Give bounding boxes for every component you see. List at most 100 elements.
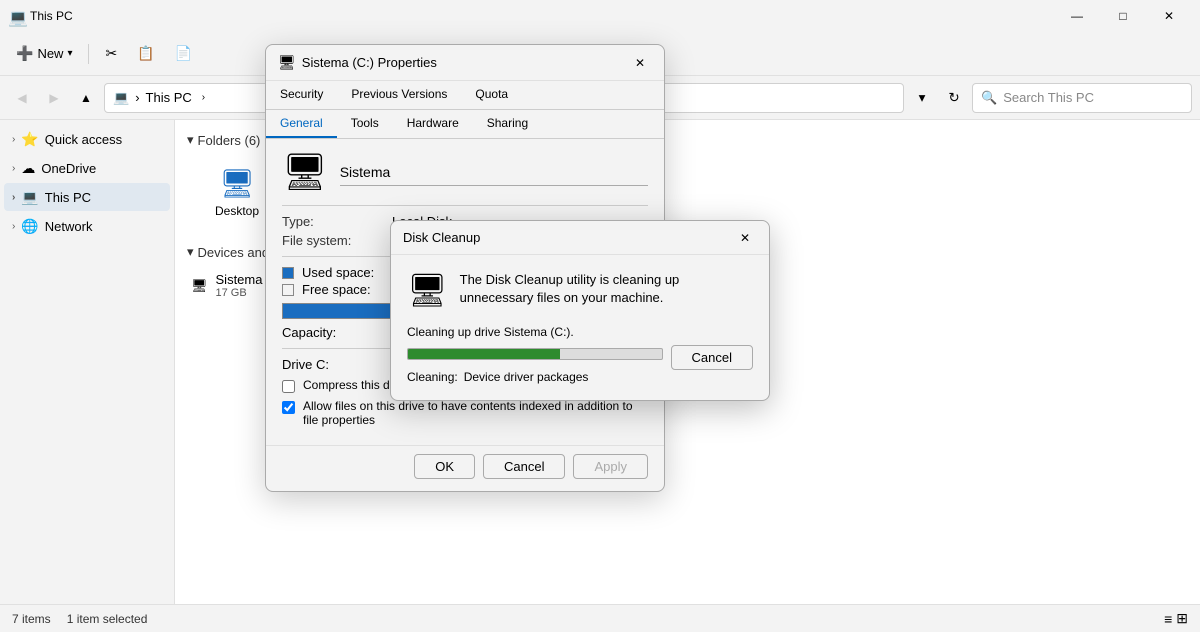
disk-cleanup-dialog: Disk Cleanup ✕ 🖥 The Disk Cleanup utilit…	[390, 220, 770, 401]
minimize-button[interactable]: —	[1054, 0, 1100, 32]
thispc-expand-icon: ›	[12, 192, 15, 203]
status-selected: 1 item selected	[67, 612, 148, 626]
devices-collapse-icon: ▾	[187, 244, 194, 260]
sidebar-item-network-label: Network	[45, 219, 93, 234]
index-checkbox-row: Allow files on this drive to have conten…	[282, 399, 648, 427]
desktop-folder-icon: 🖥	[219, 167, 255, 200]
divider-1	[282, 205, 648, 206]
cleanup-drive-text: Cleaning up drive Sistema (C:).	[407, 325, 753, 339]
address-chevron-icon: ›	[202, 92, 205, 103]
status-bar-right: ≡ ⊞	[1164, 610, 1188, 627]
onedrive-icon: ☁	[21, 160, 35, 177]
cleanup-close-button[interactable]: ✕	[733, 226, 757, 250]
window-controls: — □ ✕	[1054, 0, 1192, 32]
progress-bar-container	[407, 348, 663, 360]
view-list-button[interactable]: ≡	[1164, 610, 1172, 627]
network-icon: 🌐	[21, 218, 38, 235]
address-path-icon: 💻	[113, 90, 129, 106]
tab-sharing[interactable]: Sharing	[473, 110, 542, 138]
title-bar: 💻 This PC — □ ✕	[0, 0, 1200, 32]
index-checkbox[interactable]	[282, 401, 295, 414]
toolbar-separator	[88, 44, 89, 64]
tab-tools[interactable]: Tools	[337, 110, 393, 138]
properties-dialog-icon: 🖥	[278, 54, 296, 71]
cleanup-status-row: Cleaning: Device driver packages	[407, 370, 753, 384]
sidebar-item-onedrive-label: OneDrive	[41, 161, 96, 176]
tab-quota[interactable]: Quota	[461, 81, 522, 109]
used-space-color	[282, 267, 294, 279]
refresh-button[interactable]: ↻	[940, 84, 968, 112]
window-title: This PC	[30, 9, 1054, 23]
maximize-button[interactable]: □	[1100, 0, 1146, 32]
view-grid-button[interactable]: ⊞	[1176, 610, 1188, 627]
sidebar-item-quickaccess-label: Quick access	[45, 132, 122, 147]
cut-button[interactable]: ✂	[97, 38, 125, 70]
new-button[interactable]: ➕ New ▾	[8, 38, 80, 70]
sidebar-item-thispc[interactable]: › 💻 This PC	[4, 183, 170, 211]
tab-hardware[interactable]: Hardware	[393, 110, 473, 138]
address-path: This PC	[146, 90, 192, 105]
free-space-label: Free space:	[302, 282, 371, 297]
status-bar: 7 items 1 item selected ≡ ⊞	[0, 604, 1200, 632]
cleanup-cancel-button[interactable]: Cancel	[671, 345, 753, 370]
index-label: Allow files on this drive to have conten…	[303, 399, 648, 427]
apply-button[interactable]: Apply	[573, 454, 648, 479]
type-label: Type:	[282, 214, 392, 229]
address-dropdown-button[interactable]: ▾	[908, 84, 936, 112]
network-expand-icon: ›	[12, 221, 15, 232]
cleanup-content: 🖥 The Disk Cleanup utility is cleaning u…	[391, 255, 769, 400]
onedrive-expand-icon: ›	[12, 163, 15, 174]
copy-button[interactable]: 📋	[129, 38, 162, 70]
cleanup-title-text: Disk Cleanup	[403, 230, 733, 245]
device-c-icon: 🖥	[191, 278, 208, 294]
ok-button[interactable]: OK	[414, 454, 475, 479]
paste-icon: 📄	[175, 45, 192, 62]
drive-name-input[interactable]	[340, 158, 648, 186]
cancel-button-properties[interactable]: Cancel	[483, 454, 565, 479]
cleaning-label: Cleaning:	[407, 370, 458, 384]
properties-footer: OK Cancel Apply	[266, 445, 664, 491]
search-box[interactable]: 🔍 Search This PC	[972, 83, 1192, 113]
progress-bar-fill	[408, 349, 560, 359]
properties-close-button[interactable]: ✕	[628, 51, 652, 75]
drive-info-row: 🖥	[282, 151, 648, 193]
sidebar-item-quickaccess[interactable]: › ⭐ Quick access	[4, 125, 170, 153]
sidebar-item-thispc-label: This PC	[45, 190, 91, 205]
forward-button[interactable]: ▶	[40, 84, 68, 112]
properties-tabs-row2: General Tools Hardware Sharing	[266, 110, 664, 139]
copy-icon: 📋	[137, 45, 154, 62]
sidebar: › ⭐ Quick access › ☁ OneDrive › 💻 This P…	[0, 120, 175, 604]
cleanup-progress-section: Cleaning up drive Sistema (C:). Cancel C…	[407, 325, 753, 384]
back-button[interactable]: ◀	[8, 84, 36, 112]
drive-icon-large: 🖥	[282, 151, 328, 193]
drive-c-label: Drive C:	[282, 357, 329, 372]
properties-dialog-title: Sistema (C:) Properties	[302, 55, 628, 70]
properties-title-bar: 🖥 Sistema (C:) Properties ✕	[266, 45, 664, 81]
address-separator: ›	[135, 90, 139, 105]
window-icon: 💻	[8, 8, 24, 24]
sidebar-item-onedrive[interactable]: › ☁ OneDrive	[4, 154, 170, 182]
compress-checkbox[interactable]	[282, 380, 295, 393]
up-button[interactable]: ▲	[72, 84, 100, 112]
cut-icon: ✂	[105, 45, 117, 62]
paste-button[interactable]: 📄	[167, 38, 200, 70]
properties-tabs-row1: Security Previous Versions Quota	[266, 81, 664, 110]
status-items-count: 7 items	[12, 612, 51, 626]
new-label: New	[37, 46, 63, 61]
quickaccess-icon: ⭐	[21, 131, 38, 148]
filesystem-label: File system:	[282, 233, 392, 248]
new-icon: ➕	[16, 45, 33, 62]
new-chevron-icon: ▾	[67, 48, 72, 59]
capacity-label: Capacity:	[282, 325, 336, 340]
tab-general[interactable]: General	[266, 110, 337, 138]
cleanup-title-bar: Disk Cleanup ✕	[391, 221, 769, 255]
folders-header-label: Folders (6)	[198, 133, 261, 148]
cleanup-message: The Disk Cleanup utility is cleaning up …	[460, 271, 753, 307]
tab-previous-versions[interactable]: Previous Versions	[337, 81, 461, 109]
close-button[interactable]: ✕	[1146, 0, 1192, 32]
cleanup-icon: 🖥	[407, 271, 448, 309]
search-icon: 🔍	[981, 90, 997, 106]
tab-security[interactable]: Security	[266, 81, 337, 109]
sidebar-item-network[interactable]: › 🌐 Network	[4, 212, 170, 240]
search-placeholder: Search This PC	[1003, 90, 1094, 105]
